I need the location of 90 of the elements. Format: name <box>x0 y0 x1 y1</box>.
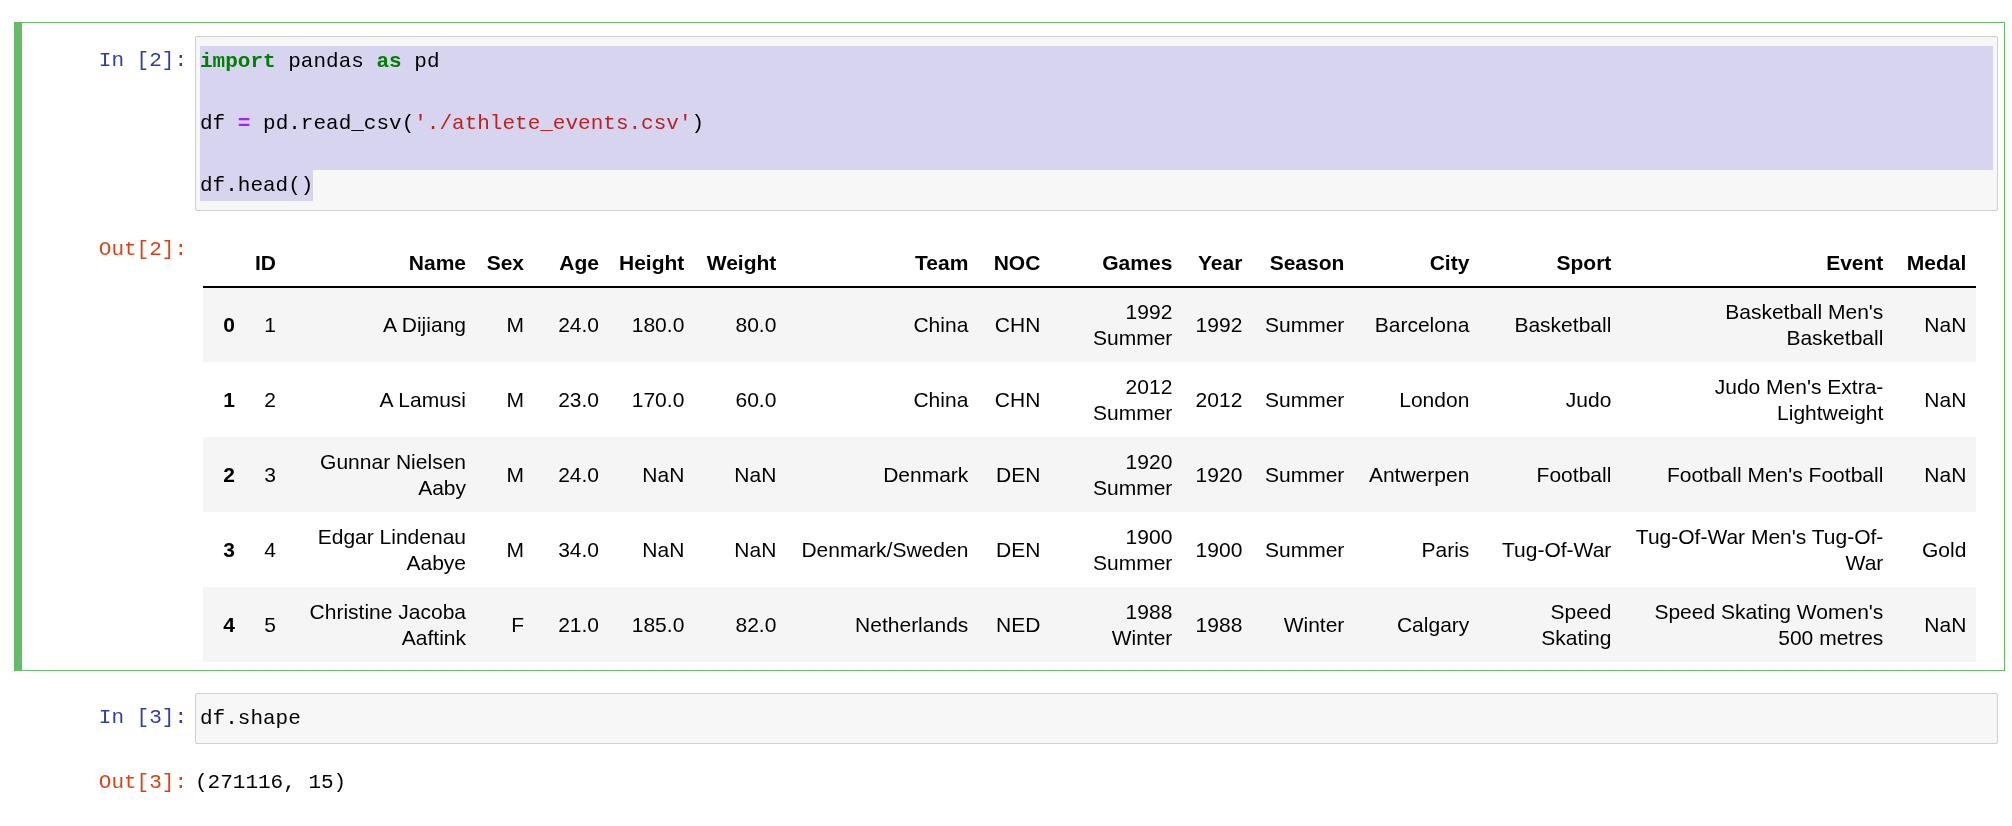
table-cell: M <box>476 362 534 437</box>
table-cell: Speed Skating Women's 500 metres <box>1621 587 1894 662</box>
table-cell: 3 <box>245 437 286 512</box>
table-cell: Summer <box>1252 362 1355 437</box>
table-cell: 4 <box>245 512 286 587</box>
table-cell: 1992 Summer <box>1050 287 1183 362</box>
table-cell: 1900 <box>1182 512 1253 587</box>
table-cell: Winter <box>1252 587 1355 662</box>
table-cell: Netherlands <box>786 587 979 662</box>
table-cell: NaN <box>1893 587 1977 662</box>
table-cell: 170.0 <box>609 362 695 437</box>
row-index: 0 <box>203 287 245 362</box>
row-index: 2 <box>203 437 245 512</box>
table-cell: Barcelona <box>1354 287 1480 362</box>
table-cell: 1 <box>245 287 286 362</box>
table-cell: Tug-Of-War <box>1479 512 1622 587</box>
table-cell: M <box>476 437 534 512</box>
table-cell: M <box>476 287 534 362</box>
code-line: df.shape <box>200 706 301 732</box>
output-text: (271116, 15) <box>195 770 347 796</box>
table-cell: Summer <box>1252 512 1355 587</box>
table-cell: 1920 Summer <box>1050 437 1183 512</box>
input-prompt: In [3]: <box>97 705 188 731</box>
table-cell: China <box>786 362 979 437</box>
table-cell: Gunnar Nielsen Aaby <box>286 437 476 512</box>
table-cell: Football Men's Football <box>1621 437 1894 512</box>
table-cell: 60.0 <box>694 362 787 437</box>
table-cell: 180.0 <box>609 287 695 362</box>
table-cell: 21.0 <box>534 587 609 662</box>
input-prompt: In [2]: <box>97 48 188 74</box>
row-index: 1 <box>203 362 245 437</box>
table-cell: 24.0 <box>534 437 609 512</box>
table-cell: Tug-Of-War Men's Tug-Of-War <box>1621 512 1894 587</box>
table-cell: 1988 <box>1182 587 1253 662</box>
table-cell: Paris <box>1354 512 1480 587</box>
table-cell: Summer <box>1252 437 1355 512</box>
table-cell: Speed Skating <box>1479 587 1622 662</box>
table-cell: Basketball <box>1479 287 1622 362</box>
table-cell: 2012 <box>1182 362 1253 437</box>
table-cell: 5 <box>245 587 286 662</box>
table-cell: M <box>476 512 534 587</box>
table-cell: DEN <box>978 437 1051 512</box>
table-cell: 1920 <box>1182 437 1253 512</box>
table-cell: 1900 Summer <box>1050 512 1183 587</box>
table-cell: NaN <box>1893 287 1977 362</box>
table-cell: Christine Jacoba Aaftink <box>286 587 476 662</box>
table-cell: Denmark/Sweden <box>786 512 979 587</box>
table-cell: NaN <box>694 512 787 587</box>
table-cell: 1992 <box>1182 287 1253 362</box>
code-editor[interactable]: df.shape <box>195 693 1998 744</box>
table-cell: NED <box>978 587 1051 662</box>
table-cell: Edgar Lindenau Aabye <box>286 512 476 587</box>
table-cell: 82.0 <box>694 587 787 662</box>
row-index: 4 <box>203 587 245 662</box>
table-cell: Basketball Men's Basketball <box>1621 287 1894 362</box>
table-cell: NaN <box>694 437 787 512</box>
table-cell: NaN <box>609 437 695 512</box>
table-cell: 2 <box>245 362 286 437</box>
table-cell: Antwerpen <box>1354 437 1480 512</box>
table-cell: DEN <box>978 512 1051 587</box>
table-cell: Football <box>1479 437 1622 512</box>
table-cell: NaN <box>1893 437 1977 512</box>
table-cell: F <box>476 587 534 662</box>
table-cell: CHN <box>978 362 1051 437</box>
table-cell: Judo <box>1479 362 1622 437</box>
notebook-cell[interactable]: In [3]: df.shape Out[3]: (271116, 15) <box>14 679 2005 807</box>
table-cell: Denmark <box>786 437 979 512</box>
table-cell: 24.0 <box>534 287 609 362</box>
table-cell: China <box>786 287 979 362</box>
table-cell: 185.0 <box>609 587 695 662</box>
table-cell: 2012 Summer <box>1050 362 1183 437</box>
output-prompt: Out[3]: <box>97 770 188 796</box>
table-cell: A Lamusi <box>286 362 476 437</box>
table-cell: CHN <box>978 287 1051 362</box>
table-cell: London <box>1354 362 1480 437</box>
table-cell: Gold <box>1893 512 1977 587</box>
table-cell: NaN <box>1893 362 1977 437</box>
table-cell: Judo Men's Extra-Lightweight <box>1621 362 1894 437</box>
output-prompt: Out[2]: <box>97 237 188 263</box>
table-cell: 23.0 <box>534 362 609 437</box>
table-cell: 1988 Winter <box>1050 587 1183 662</box>
table-cell: Calgary <box>1354 587 1480 662</box>
table-cell: Summer <box>1252 287 1355 362</box>
row-index: 3 <box>203 512 245 587</box>
code-editor[interactable]: import pandas as pd df = pd.read_csv('./athlete_events.csv') df.head() <box>195 36 1998 211</box>
table-cell: NaN <box>609 512 695 587</box>
table-cell: 34.0 <box>534 512 609 587</box>
table-cell: A Dijiang <box>286 287 476 362</box>
notebook-cell[interactable] <box>14 22 2005 671</box>
table-cell: 80.0 <box>694 287 787 362</box>
